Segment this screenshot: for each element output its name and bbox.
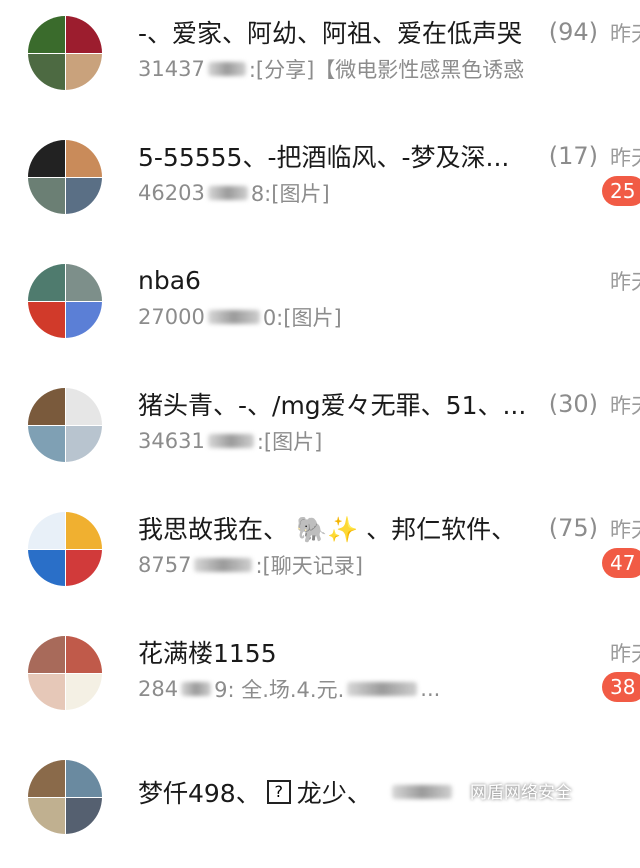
timestamp: 昨天 bbox=[610, 146, 640, 170]
avatar-tile bbox=[65, 636, 102, 673]
member-count: (30) bbox=[548, 390, 598, 418]
avatar-tile bbox=[65, 760, 102, 797]
last-message: 8757 :[聊天记录] bbox=[138, 550, 598, 580]
timestamp: 昨天 bbox=[610, 270, 640, 294]
blurred-text bbox=[207, 62, 246, 76]
chat-name: 5-55555、-把酒临风、-梦及深... bbox=[138, 143, 510, 172]
avatar-tile bbox=[28, 549, 65, 586]
chat-row[interactable]: 梦仟498、 ? 龙少、 bbox=[0, 744, 640, 868]
last-message: 284 9: 全.场.4.元. ... bbox=[138, 674, 598, 704]
message-text: 9: 全.场.4.元. bbox=[214, 678, 345, 702]
chat-row[interactable]: 猪头青、-、/mg爱々无罪、51、... (30) 34631 :[图片] 昨天 bbox=[0, 372, 640, 496]
avatar-tile bbox=[28, 264, 65, 301]
blurred-text bbox=[391, 785, 452, 799]
message-text: 8:[图片] bbox=[250, 182, 330, 206]
avatar-tile bbox=[65, 512, 102, 549]
chat-title: 5-55555、-把酒临风、-梦及深... (17) bbox=[138, 138, 598, 174]
avatar-tile bbox=[65, 388, 102, 425]
chat-name: 我思故我在、 🐘✨ 、邦仁软件、 bbox=[138, 515, 517, 544]
unread-badge: 38 bbox=[602, 672, 640, 702]
sender-id: 8757 bbox=[138, 553, 192, 577]
member-count: (94) bbox=[548, 18, 598, 46]
chat-name: nba6 bbox=[138, 265, 201, 295]
avatar-tile bbox=[65, 16, 102, 53]
blurred-text bbox=[207, 186, 248, 200]
chat-row[interactable]: nba6 27000 0:[图片] 昨天 bbox=[0, 248, 640, 372]
chat-name: 猪头青、-、/mg爱々无罪、51、... bbox=[138, 391, 527, 420]
blurred-text bbox=[194, 558, 253, 572]
avatar-tile bbox=[65, 53, 102, 90]
message-text: :[分享]【微电影性感黑色诱惑 bbox=[248, 58, 525, 82]
chat-name: 梦仟498、 bbox=[138, 779, 261, 808]
avatar-tile bbox=[28, 301, 65, 338]
chat-title: 猪头青、-、/mg爱々无罪、51、... (30) bbox=[138, 386, 598, 422]
avatar-tile bbox=[28, 425, 65, 462]
chat-title: 我思故我在、 🐘✨ 、邦仁软件、 (75) bbox=[138, 510, 598, 546]
sender-id: 46203 bbox=[138, 181, 205, 205]
member-count: (75) bbox=[548, 514, 598, 542]
avatar-tile bbox=[28, 388, 65, 425]
timestamp: 昨天 bbox=[610, 642, 640, 666]
group-avatar bbox=[28, 512, 102, 586]
chat-name: -、爱家、阿幼、阿祖、爱在低声哭 bbox=[138, 19, 523, 48]
group-avatar bbox=[28, 16, 102, 90]
chat-row[interactable]: -、爱家、阿幼、阿祖、爱在低声哭 (94) 31437 :[分享]【微电影性感黑… bbox=[0, 0, 640, 124]
avatar-tile bbox=[28, 53, 65, 90]
timestamp: 昨天 bbox=[610, 22, 640, 46]
chat-title: nba6 bbox=[138, 262, 598, 298]
last-message: 27000 0:[图片] bbox=[138, 302, 598, 332]
avatar-tile bbox=[28, 760, 65, 797]
blurred-text bbox=[207, 310, 260, 324]
unread-badge: 47 bbox=[602, 548, 640, 578]
chat-row[interactable]: 我思故我在、 🐘✨ 、邦仁软件、 (75) 8757 :[聊天记录] 昨天 47 bbox=[0, 496, 640, 620]
group-avatar bbox=[28, 264, 102, 338]
message-tail: ... bbox=[420, 677, 441, 701]
blurred-text bbox=[181, 682, 212, 696]
avatar-tile bbox=[65, 549, 102, 586]
group-avatar bbox=[28, 140, 102, 214]
avatar-tile bbox=[65, 673, 102, 710]
avatar-tile bbox=[28, 673, 65, 710]
message-text: :[图片] bbox=[256, 430, 323, 454]
unread-badge: 25 bbox=[602, 176, 640, 206]
chat-row[interactable]: 5-55555、-把酒临风、-梦及深... (17) 46203 8:[图片] … bbox=[0, 124, 640, 248]
chat-title: 花满楼1155 bbox=[138, 634, 598, 670]
avatar-tile bbox=[28, 16, 65, 53]
blurred-text bbox=[207, 434, 254, 448]
watermark: 网盾网络安全 bbox=[470, 783, 572, 803]
avatar-tile bbox=[65, 797, 102, 834]
last-message: 31437 :[分享]【微电影性感黑色诱惑 bbox=[138, 54, 598, 84]
avatar-tile bbox=[65, 140, 102, 177]
avatar-tile bbox=[65, 177, 102, 214]
group-avatar bbox=[28, 388, 102, 462]
avatar-tile bbox=[28, 140, 65, 177]
chat-title: -、爱家、阿幼、阿祖、爱在低声哭 (94) bbox=[138, 14, 598, 50]
sender-id: 27000 bbox=[138, 305, 205, 329]
unknown-emoji-icon: ? bbox=[266, 780, 291, 804]
sender-id: 31437 bbox=[138, 57, 205, 81]
message-text: 0:[图片] bbox=[262, 306, 342, 330]
group-avatar bbox=[28, 760, 102, 834]
avatar-tile bbox=[28, 177, 65, 214]
group-avatar bbox=[28, 636, 102, 710]
last-message: 34631 :[图片] bbox=[138, 426, 598, 456]
message-text: :[聊天记录] bbox=[255, 554, 363, 578]
chat-name-tail: 龙少、 bbox=[296, 779, 372, 808]
blurred-text bbox=[347, 682, 418, 696]
chat-name: 花满楼1155 bbox=[138, 639, 277, 668]
avatar-tile bbox=[28, 512, 65, 549]
avatar-tile bbox=[28, 636, 65, 673]
sender-id: 34631 bbox=[138, 429, 205, 453]
avatar-tile bbox=[65, 264, 102, 301]
timestamp: 昨天 bbox=[610, 518, 640, 542]
last-message: 46203 8:[图片] bbox=[138, 178, 598, 208]
avatar-tile bbox=[65, 425, 102, 462]
member-count: (17) bbox=[548, 142, 598, 170]
timestamp: 昨天 bbox=[610, 394, 640, 418]
sender-id: 284 bbox=[138, 677, 179, 701]
avatar-tile bbox=[65, 301, 102, 338]
chat-row[interactable]: 花满楼1155 284 9: 全.场.4.元. ... 昨天 38 bbox=[0, 620, 640, 744]
avatar-tile bbox=[28, 797, 65, 834]
